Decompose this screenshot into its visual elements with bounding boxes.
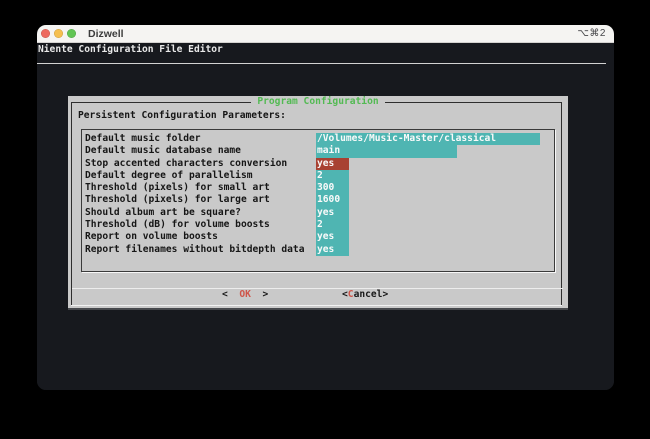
field-value[interactable]: yes	[316, 231, 349, 243]
window-titlebar[interactable]: Dizwell ⌥⌘2	[37, 25, 614, 43]
button-hotkey-text: OK	[239, 289, 251, 300]
button-separator	[72, 288, 563, 289]
header-divider	[37, 63, 606, 64]
minimize-button[interactable]	[54, 29, 63, 38]
field-label: Threshold (dB) for volume boosts	[85, 219, 316, 231]
form-row: Threshold (pixels) for small art300	[85, 182, 554, 194]
form-row: Should album art be square?yes	[85, 207, 554, 219]
cancel-button[interactable]: <Cancel>	[342, 289, 388, 301]
field-value[interactable]: 300	[316, 182, 349, 194]
field-label: Default degree of parallelism	[85, 170, 316, 182]
form-row: Report filenames without bitdepth dataye…	[85, 244, 554, 256]
form-row: Threshold (pixels) for large art1600	[85, 194, 554, 206]
desktop-background: Dizwell ⌥⌘2 Niente Configuration File Ed…	[0, 0, 650, 439]
form-row: Default degree of parallelism2	[85, 170, 554, 182]
field-label: Threshold (pixels) for small art	[85, 182, 316, 194]
field-label: Threshold (pixels) for large art	[85, 194, 316, 206]
dialog-title: Program Configuration	[251, 96, 384, 108]
field-value[interactable]: 1600	[316, 194, 349, 206]
ok-button[interactable]: < OK >	[222, 289, 268, 301]
window-shortcut-badge: ⌥⌘2	[577, 28, 606, 39]
form-row: Stop accented characters conversionyes	[85, 158, 554, 170]
button-bracket-left: <	[222, 289, 239, 300]
program-configuration-dialog: Program Configuration Persistent Configu…	[68, 96, 568, 310]
field-value[interactable]: yes	[316, 207, 349, 219]
field-value-focused[interactable]: yes	[316, 158, 349, 170]
field-value[interactable]: /Volumes/Music-Master/classical	[316, 133, 540, 145]
dialog-subtitle: Persistent Configuration Parameters:	[78, 110, 286, 122]
zoom-button[interactable]	[67, 29, 76, 38]
field-value[interactable]: main	[316, 145, 457, 157]
form-row: Threshold (dB) for volume boosts2	[85, 219, 554, 231]
field-label: Report filenames without bitdepth data	[85, 244, 316, 256]
form-row: Default music folder/Volumes/Music-Maste…	[85, 133, 554, 145]
form-row: Default music database namemain	[85, 145, 554, 157]
field-label: Default music database name	[85, 145, 316, 157]
close-button[interactable]	[41, 29, 50, 38]
dialog-border-bottom	[71, 305, 562, 306]
window-title: Dizwell	[88, 28, 124, 40]
field-value[interactable]: 2	[316, 219, 349, 231]
config-form-box: Default music folder/Volumes/Music-Maste…	[81, 129, 555, 272]
field-label: Should album art be square?	[85, 207, 316, 219]
field-label: Report on volume boosts	[85, 231, 316, 243]
dialog-border-right	[561, 102, 562, 305]
button-bracket-right: >	[251, 289, 268, 300]
field-value[interactable]: 2	[316, 170, 349, 182]
dialog-shadow-edge	[68, 308, 568, 310]
config-form-rows: Default music folder/Volumes/Music-Maste…	[85, 133, 554, 256]
field-value[interactable]: yes	[316, 244, 349, 256]
terminal-screen: Niente Configuration File Editor Program…	[37, 43, 614, 390]
dialog-title-row: Program Configuration	[68, 96, 568, 108]
field-label: Stop accented characters conversion	[85, 158, 316, 170]
terminal-window: Dizwell ⌥⌘2 Niente Configuration File Ed…	[37, 25, 614, 390]
button-bracket-right: ancel>	[354, 289, 389, 300]
app-title: Niente Configuration File Editor	[38, 44, 223, 56]
field-label: Default music folder	[85, 133, 316, 145]
form-row: Report on volume boostsyes	[85, 231, 554, 243]
dialog-border-left	[71, 102, 72, 305]
